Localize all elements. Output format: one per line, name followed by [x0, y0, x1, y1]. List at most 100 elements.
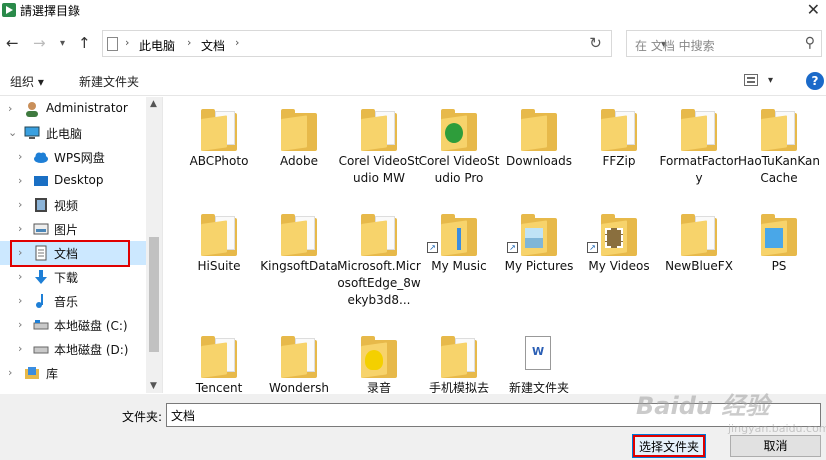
folder-item[interactable]: Tencent [179, 324, 259, 393]
recent-locations-chevron-icon[interactable]: ▾ [60, 38, 65, 49]
computer-icon [24, 125, 40, 141]
scroll-down-icon[interactable]: ▼ [150, 381, 157, 391]
folder-name: My Videos [588, 259, 650, 273]
window-title: 請選擇目錄 [20, 4, 81, 18]
new-folder-button[interactable]: 新建文件夹 [79, 73, 139, 90]
chevron-right-icon[interactable]: › [18, 342, 22, 355]
sidebar-item-drive-d[interactable]: › 本地磁盘 (D:) [0, 337, 146, 361]
folder-item[interactable]: NewBlueFX [659, 202, 739, 312]
folder-icon [281, 214, 317, 256]
select-folder-button[interactable]: 选择文件夹 [632, 434, 706, 458]
folder-name: Wondersh [269, 381, 329, 393]
sidebar-item-music[interactable]: › 音乐 [0, 289, 146, 313]
chevron-right-icon[interactable]: › [18, 174, 22, 187]
chevron-right-icon[interactable]: › [18, 150, 22, 163]
organize-menu-button[interactable]: 组织 ▾ [10, 73, 44, 90]
folder-name: Microsoft.MicrosoftEdge_8wekyb3d8... [337, 259, 421, 307]
folder-item[interactable]: PS [739, 202, 819, 312]
search-input[interactable]: 在 文档 中搜索 ⚲ [626, 30, 822, 57]
view-options-icon[interactable] [744, 74, 758, 86]
sidebar-item-label: 下载 [54, 271, 79, 285]
documents-highlight-annotation [10, 240, 130, 267]
close-icon[interactable]: ✕ [807, 0, 820, 19]
sidebar-item-label: 视频 [54, 199, 79, 213]
folder-name-field[interactable] [166, 403, 821, 427]
file-item[interactable]: 新建文件夹 [499, 324, 579, 393]
sidebar-item-label: 音乐 [54, 295, 79, 309]
folder-name: Corel VideoStudio MW [338, 154, 420, 185]
folder-item[interactable]: ABCPhoto [179, 97, 259, 207]
folder-name: 手机模拟去 [428, 381, 489, 393]
breadcrumb-separator-icon[interactable]: › [125, 36, 129, 49]
command-toolbar: 组织 ▾ 新建文件夹 ▾ ? [0, 66, 826, 96]
folder-item[interactable]: HaoTuKanKanCache [738, 97, 820, 207]
chevron-right-icon[interactable]: › [18, 294, 22, 307]
scroll-up-icon[interactable]: ▲ [150, 99, 157, 109]
folder-item[interactable]: Corel VideoStudio MW [339, 97, 419, 207]
folder-name: FormatFactory [659, 154, 739, 185]
folder-item[interactable]: ↗ My Music [419, 202, 499, 312]
sidebar-item-desktop[interactable]: › Desktop [0, 169, 146, 193]
folder-item[interactable]: Adobe [259, 97, 339, 207]
chevron-right-icon[interactable]: › [18, 222, 22, 235]
refresh-button[interactable]: ↻ [580, 30, 612, 57]
sidebar-item-label: 库 [46, 367, 59, 381]
folder-item[interactable]: FFZip [579, 97, 659, 207]
breadcrumb-this-pc[interactable]: 此电脑 [139, 37, 175, 54]
chevron-right-icon[interactable]: › [8, 102, 12, 115]
chevron-right-icon[interactable]: › [18, 318, 22, 331]
folder-icon [521, 109, 557, 151]
folder-name: Adobe [280, 154, 318, 168]
folder-field-label: 文件夹: [122, 410, 163, 424]
chevron-right-icon[interactable]: › [18, 270, 22, 283]
folder-item[interactable]: FormatFactory [659, 97, 739, 207]
help-icon[interactable]: ? [806, 72, 824, 90]
sidebar-item-videos[interactable]: › 视频 [0, 193, 146, 217]
corel-logo-icon [445, 123, 463, 143]
cancel-button[interactable]: 取消 [730, 435, 821, 457]
sidebar-item-this-pc[interactable]: ⌄ 此电脑 [0, 121, 146, 145]
folder-item[interactable]: Downloads [499, 97, 579, 207]
folder-item[interactable]: KingsoftData [259, 202, 339, 312]
chevron-right-icon[interactable]: › [8, 366, 12, 379]
folder-item[interactable]: ↗ My Videos [579, 202, 659, 312]
navigation-scrollbar[interactable]: ▲ ▼ [146, 97, 162, 393]
folder-icon [761, 214, 797, 256]
up-arrow-icon[interactable]: ↑ [78, 34, 91, 52]
breadcrumb-separator-icon[interactable]: › [187, 36, 191, 49]
sidebar-item-pictures[interactable]: › 图片 [0, 217, 146, 241]
chevron-right-icon[interactable]: › [18, 198, 22, 211]
view-dropdown-chevron-icon[interactable]: ▾ [768, 75, 773, 86]
sidebar-item-administrator[interactable]: › Administrator [0, 97, 146, 121]
breadcrumb-separator-icon[interactable]: › [235, 36, 239, 49]
back-arrow-icon[interactable]: ← [6, 34, 19, 52]
forward-arrow-icon[interactable]: → [33, 34, 46, 52]
scrollbar-thumb[interactable] [149, 237, 159, 352]
chevron-down-icon[interactable]: ⌄ [8, 126, 17, 139]
sidebar-item-drive-c[interactable]: › 本地磁盘 (C:) [0, 313, 146, 337]
sidebar-item-label: 此电脑 [46, 127, 83, 141]
sidebar-item-downloads[interactable]: › 下载 [0, 265, 146, 289]
file-name: 新建文件夹 [508, 381, 569, 393]
photoshop-icon [765, 228, 783, 248]
breadcrumb-documents[interactable]: 文档 [201, 37, 225, 54]
folder-name: NewBlueFX [665, 259, 733, 273]
folder-item[interactable]: 手机模拟去 [419, 324, 499, 393]
folder-icon [441, 214, 477, 256]
address-bar[interactable]: › 此电脑 › 文档 › ▾ [102, 30, 666, 57]
sidebar-item-library[interactable]: › 库 [0, 361, 146, 385]
folder-icon [201, 109, 237, 151]
shortcut-arrow-icon: ↗ [587, 242, 598, 253]
cloud-icon [33, 149, 49, 165]
shortcut-arrow-icon: ↗ [507, 242, 518, 253]
folder-item[interactable]: Wondersh [259, 324, 339, 393]
sidebar-item-wps-cloud[interactable]: › WPS网盘 [0, 145, 146, 169]
folder-item[interactable]: ↗ My Pictures [499, 202, 579, 312]
folder-item[interactable]: 录音 [339, 324, 419, 393]
folder-icon [281, 336, 317, 378]
folder-item[interactable]: HiSuite [179, 202, 259, 312]
folder-name: Tencent [195, 381, 243, 393]
folder-item[interactable]: Corel VideoStudio Pro [419, 97, 499, 207]
folder-item[interactable]: Microsoft.MicrosoftEdge_8wekyb3d8... [337, 202, 421, 312]
folder-name: FFZip [602, 154, 636, 168]
